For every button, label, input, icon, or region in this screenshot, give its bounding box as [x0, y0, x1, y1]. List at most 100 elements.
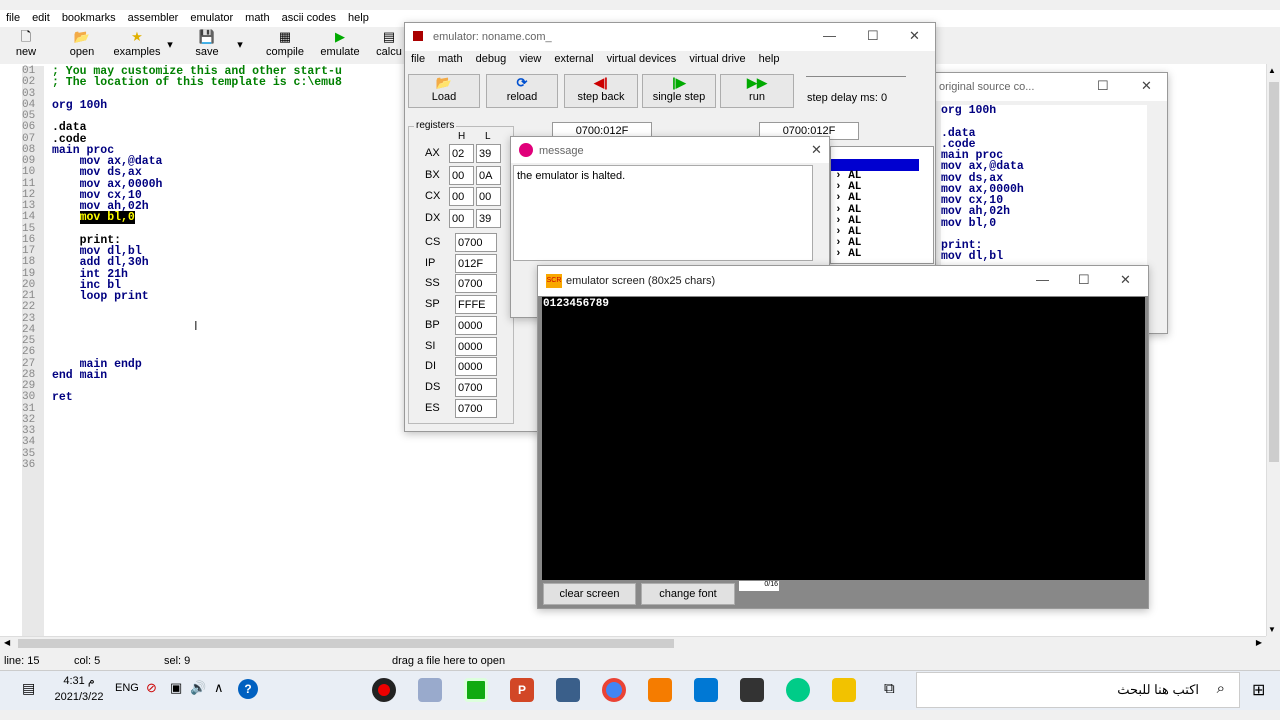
save-button[interactable]: 💾 save — [192, 28, 222, 64]
search-icon: ⌕ — [1216, 680, 1225, 697]
record-app-icon[interactable] — [372, 678, 396, 702]
powerpoint-app-icon[interactable]: P — [510, 678, 534, 702]
menu-file[interactable]: file — [0, 10, 26, 26]
register-dx-low[interactable]: 39 — [476, 208, 501, 228]
hscroll-thumb[interactable] — [18, 639, 674, 648]
emulate-button[interactable]: ▶ emulate — [318, 28, 362, 64]
emu-menu-debug[interactable]: debug — [476, 53, 507, 65]
scroll-thumb[interactable] — [1269, 82, 1279, 462]
editor-vertical-scrollbar[interactable]: ▲ ▼ — [1266, 64, 1280, 636]
minimize-icon[interactable]: ☐ — [1097, 78, 1109, 94]
edge-app-icon[interactable] — [786, 678, 810, 702]
disassembly-row: › AL — [835, 192, 862, 205]
emu-menu-math[interactable]: math — [438, 53, 462, 65]
register-cx-low[interactable]: 00 — [476, 187, 501, 206]
emu-menu-help[interactable]: help — [759, 53, 780, 65]
source-scrollbar[interactable] — [1149, 105, 1163, 313]
minimize-icon[interactable]: — — [823, 28, 836, 43]
task-view-icon[interactable]: ⧉ — [884, 680, 895, 697]
maximize-icon[interactable]: ☐ — [867, 28, 879, 44]
mail-app-icon[interactable] — [694, 678, 718, 702]
menu-assembler[interactable]: assembler — [122, 10, 185, 26]
editor-horizontal-scrollbar[interactable]: ◀ ▶ — [0, 636, 1266, 650]
volume-icon[interactable]: 🔊 — [190, 680, 206, 696]
line-number: 26 — [22, 346, 36, 359]
chevron-up-icon[interactable]: ∧ — [214, 680, 224, 696]
menu-math[interactable]: math — [239, 10, 275, 26]
examples-button[interactable]: ★ examples — [110, 28, 164, 64]
menu-edit[interactable]: edit — [26, 10, 56, 26]
file-explorer-icon[interactable] — [832, 678, 856, 702]
scroll-up-icon[interactable]: ▲ — [1268, 66, 1276, 75]
change-font-button[interactable]: change font — [641, 583, 735, 605]
reload-button[interactable]: ⟳ reload — [486, 74, 558, 108]
emulator-screen-window[interactable]: SCR emulator screen (80x25 chars) — ☐ ✕ 0… — [537, 265, 1149, 609]
register-ds[interactable]: 0700 — [455, 377, 497, 397]
help-icon[interactable]: ? — [238, 679, 258, 699]
register-bx-low[interactable]: 0A — [476, 165, 501, 185]
network-icon[interactable]: ⊘ — [146, 680, 157, 696]
language-indicator[interactable]: ENG — [115, 682, 139, 694]
minimize-icon[interactable]: — — [1036, 272, 1049, 287]
close-icon[interactable]: ✕ — [811, 142, 822, 158]
close-icon[interactable]: ✕ — [1141, 78, 1152, 94]
scroll-down-icon[interactable]: ▼ — [1268, 625, 1276, 634]
maximize-icon[interactable]: ☐ — [1078, 272, 1090, 288]
emu-menu-virtual-devices[interactable]: virtual devices — [607, 53, 677, 65]
chrome-app-icon[interactable] — [602, 678, 626, 702]
source-code[interactable]: ; You may customize this and other start… — [52, 66, 342, 404]
close-icon[interactable]: ✕ — [909, 28, 920, 44]
menu-ascii-codes[interactable]: ascii codes — [276, 10, 342, 26]
high-byte-label: H — [458, 131, 466, 142]
scroll-right-icon[interactable]: ▶ — [1256, 638, 1262, 647]
clock[interactable]: 4:31 م 2021/3/22 — [54, 673, 104, 705]
new-button[interactable]: 🗋 new — [12, 28, 40, 64]
register-bp[interactable]: 0000 — [455, 315, 497, 335]
register-ip[interactable]: 012F — [455, 253, 497, 273]
register-ss[interactable]: 0700 — [455, 274, 497, 294]
emu8086-app-icon[interactable] — [464, 678, 488, 702]
camera-icon[interactable]: ▣ — [170, 680, 182, 696]
step-delay-slider[interactable] — [806, 76, 906, 80]
emu-menu-virtual-drive[interactable]: virtual drive — [689, 53, 745, 65]
step-back-button[interactable]: ◀| step back — [564, 74, 638, 108]
register-ax-low[interactable]: 39 — [476, 144, 501, 163]
register-di[interactable]: 0000 — [455, 357, 497, 377]
message-icon — [519, 143, 533, 157]
virtualbox-app-icon[interactable] — [556, 678, 580, 702]
scroll-left-icon[interactable]: ◀ — [4, 638, 10, 647]
register-dx-high[interactable]: 00 — [449, 208, 474, 228]
store-app-icon[interactable] — [740, 678, 764, 702]
clear-screen-button[interactable]: clear screen — [543, 583, 636, 605]
source-window-title: original source co... — [939, 81, 1035, 93]
menu-emulator[interactable]: emulator — [184, 10, 239, 26]
register-cx-high[interactable]: 00 — [449, 187, 474, 206]
close-icon[interactable]: ✕ — [1120, 272, 1131, 288]
search-box[interactable]: اكتب هنا للبحث ⌕ — [916, 672, 1240, 708]
paint-app-icon[interactable] — [418, 678, 442, 702]
registers-label: registers — [414, 120, 457, 131]
register-si[interactable]: 0000 — [455, 336, 497, 356]
emu-menu-view[interactable]: view — [519, 53, 541, 65]
emu-menu-file[interactable]: file — [411, 53, 425, 65]
single-step-button[interactable]: |▶ single step — [642, 74, 716, 108]
compile-button[interactable]: ▦ compile — [262, 28, 308, 64]
disassembly-list[interactable]: › AL › AL › AL › AL › AL › AL › AL › AL — [830, 146, 934, 264]
start-windows-icon[interactable]: ⊞ — [1252, 680, 1265, 700]
register-label-cx: CX — [425, 190, 441, 202]
open-button[interactable]: 📂 open — [64, 28, 100, 64]
menu-bookmarks[interactable]: bookmarks — [56, 10, 122, 26]
register-es[interactable]: 0700 — [455, 398, 497, 418]
emu-menu-external[interactable]: external — [554, 53, 593, 65]
register-sp[interactable]: FFFE — [455, 295, 497, 315]
line-number: 02 — [22, 76, 36, 89]
load-button[interactable]: 📂 Load — [408, 74, 480, 108]
calculator-button[interactable]: ▤ calcu — [374, 28, 404, 64]
register-cs[interactable]: 0700 — [455, 233, 497, 252]
register-bx-high[interactable]: 00 — [449, 165, 474, 185]
menu-help[interactable]: help — [342, 10, 375, 26]
run-button[interactable]: ▶▶ run — [720, 74, 794, 108]
xampp-app-icon[interactable] — [648, 678, 672, 702]
notifications-icon[interactable]: ▤ — [22, 680, 35, 697]
register-ax-high[interactable]: 02 — [449, 144, 474, 163]
